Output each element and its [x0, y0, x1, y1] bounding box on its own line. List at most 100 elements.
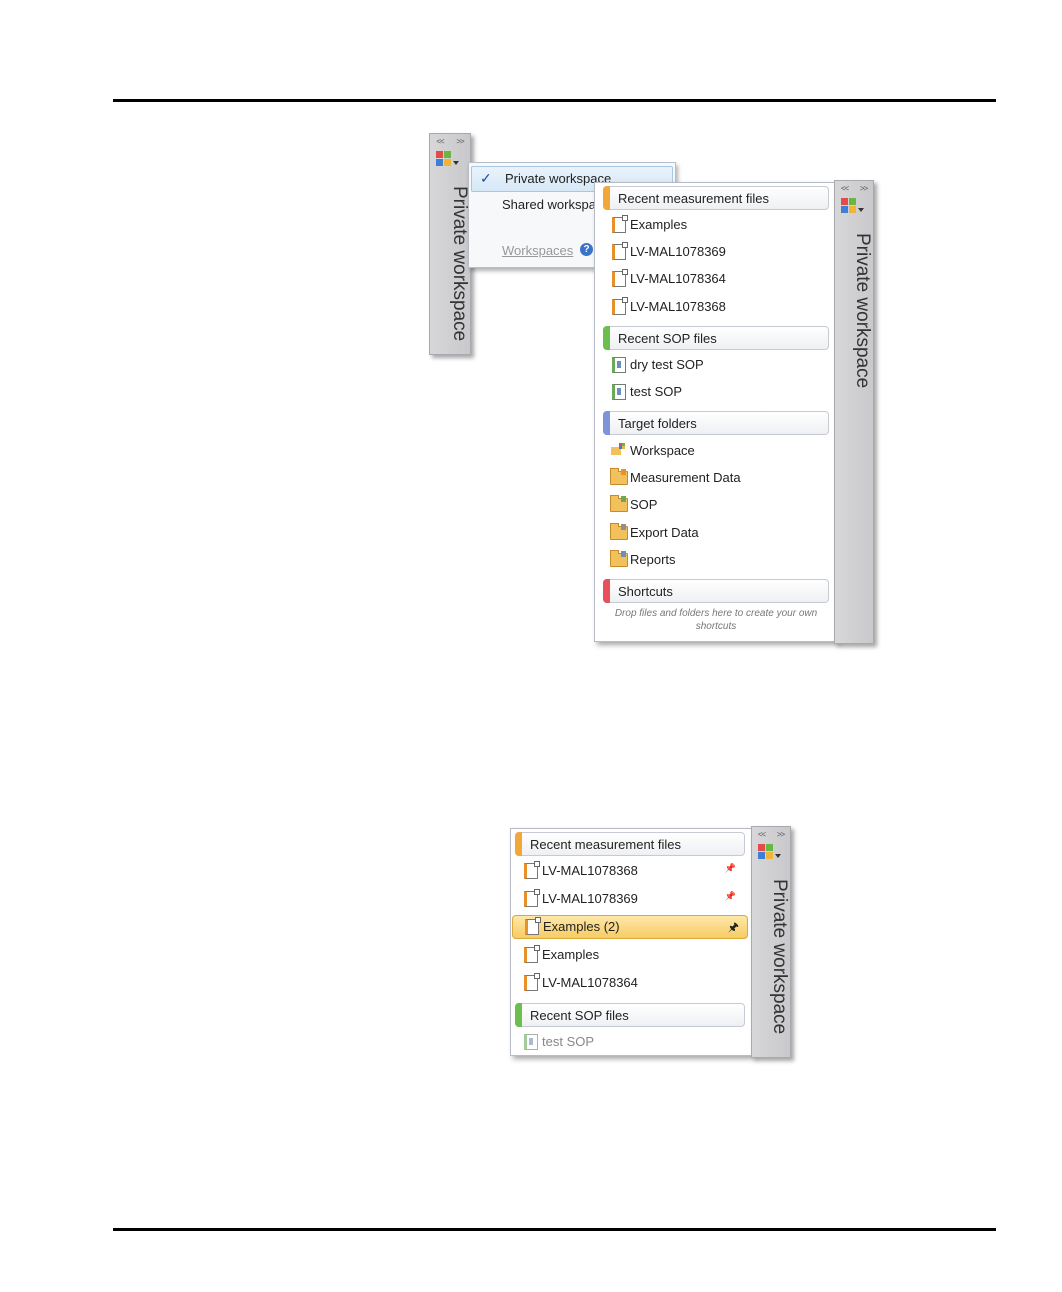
list-item[interactable]: Workspace [610, 440, 826, 462]
workspace-tab-title: Private workspace [769, 879, 790, 1035]
collapse-left-button[interactable]: << [436, 137, 444, 146]
workspace-tab-title: Private workspace [852, 233, 873, 389]
chevron-down-icon[interactable] [453, 161, 459, 165]
measurement-file-icon [524, 861, 540, 879]
chevron-down-icon[interactable] [775, 854, 781, 858]
list-item-label: Examples [630, 217, 688, 232]
list-item[interactable]: Export Data [610, 522, 826, 544]
section-recent-sop-files[interactable]: Recent SOP files [603, 326, 829, 350]
workspace-side-tab[interactable]: << >> Private workspace [751, 826, 791, 1058]
measurement-file-icon [612, 269, 628, 287]
section-title: Recent measurement files [618, 191, 770, 206]
list-item-label: LV-MAL1078369 [630, 244, 726, 259]
list-item-label: LV-MAL1078369 [542, 891, 638, 906]
pin-icon[interactable]: 📌 [725, 891, 736, 902]
section-title: Shortcuts [618, 584, 673, 599]
small-workspace-tab[interactable]: << >> Private workspace [429, 133, 471, 355]
workspace-grid-icon[interactable] [841, 198, 857, 214]
section-title: Recent SOP files [618, 331, 717, 346]
section-title: Target folders [618, 416, 697, 431]
section-recent-sop-files[interactable]: Recent SOP files [515, 1003, 745, 1027]
help-icon[interactable]: ? [580, 243, 593, 256]
list-item-label: dry test SOP [630, 357, 704, 372]
section-title: Recent measurement files [530, 837, 682, 852]
list-item[interactable]: Examples [610, 214, 826, 236]
section-accent [603, 186, 610, 210]
section-accent [603, 579, 610, 603]
list-item-label: LV-MAL1078364 [542, 975, 638, 990]
list-item[interactable]: test SOP [610, 381, 826, 403]
workspace-grid-icon[interactable] [436, 151, 452, 167]
section-accent [515, 832, 522, 856]
list-item[interactable]: SOP [610, 494, 826, 516]
folder-icon [610, 523, 628, 540]
shortcuts-drop-hint: Drop files and folders here to create yo… [605, 607, 827, 633]
expand-right-button[interactable]: >> [860, 184, 868, 193]
collapse-left-button[interactable]: << [758, 830, 766, 839]
list-item[interactable]: dry test SOP [610, 354, 826, 376]
collapse-left-button[interactable]: << [841, 184, 849, 193]
workspaces-link[interactable]: Workspaces [502, 243, 573, 258]
list-item[interactable]: LV-MAL1078368 [610, 296, 826, 318]
list-item[interactable]: LV-MAL1078369 📌 [522, 888, 744, 910]
sop-file-icon [524, 1034, 538, 1050]
list-item[interactable]: LV-MAL1078368 📌 [522, 860, 744, 882]
list-item-label: LV-MAL1078364 [630, 271, 726, 286]
measurement-file-icon [612, 215, 628, 233]
folder-icon [610, 550, 628, 567]
workspace-side-tab[interactable]: << >> Private workspace [834, 180, 874, 644]
list-item-label: SOP [630, 497, 658, 512]
tab-nav-arrows: << >> [430, 137, 470, 146]
list-item-label: Workspace [630, 443, 695, 458]
list-item-label: Examples (2) [543, 919, 620, 934]
list-item[interactable]: Examples [522, 944, 744, 966]
expand-right-button[interactable]: >> [456, 137, 464, 146]
list-item-label: Reports [630, 552, 676, 567]
chevron-down-icon[interactable] [858, 208, 864, 212]
section-target-folders[interactable]: Target folders [603, 411, 829, 435]
tab-nav-arrows: << >> [752, 830, 790, 839]
measurement-file-icon [525, 917, 541, 935]
section-accent [603, 411, 610, 435]
section-accent [515, 1003, 522, 1027]
pinned-icon[interactable]: 🖈 [728, 918, 739, 939]
hint-line: shortcuts [695, 621, 737, 632]
folder-icon [610, 468, 628, 485]
check-icon: ✓ [480, 170, 492, 186]
measurement-file-icon [612, 297, 628, 315]
list-item[interactable]: LV-MAL1078364 [522, 972, 744, 994]
list-item[interactable]: LV-MAL1078364 [610, 268, 826, 290]
sop-file-icon [612, 384, 626, 400]
section-recent-measurement-files[interactable]: Recent measurement files [603, 186, 829, 210]
tab-nav-arrows: << >> [835, 184, 873, 193]
workspace-grid-icon[interactable] [758, 844, 774, 860]
list-item-label: test SOP [542, 1034, 595, 1049]
list-item-highlighted[interactable]: Examples (2) 🖈 [512, 915, 748, 939]
workspace-icon [611, 443, 625, 457]
list-item[interactable]: test SOP [522, 1031, 744, 1053]
measurement-file-icon [612, 242, 628, 260]
workspace-tab-title: Private workspace [449, 186, 470, 342]
list-item-label: LV-MAL1078368 [630, 299, 726, 314]
list-item-label: LV-MAL1078368 [542, 863, 638, 878]
list-item-label: Examples [542, 947, 600, 962]
sop-file-icon [612, 357, 626, 373]
list-item-label: Export Data [630, 525, 699, 540]
pin-icon[interactable]: 📌 [725, 863, 736, 874]
measurement-file-icon [524, 973, 540, 991]
section-recent-measurement-files[interactable]: Recent measurement files [515, 832, 745, 856]
list-item[interactable]: Reports [610, 549, 826, 571]
top-rule [113, 99, 996, 102]
list-item-label: Measurement Data [630, 470, 741, 485]
section-accent [603, 326, 610, 350]
measurement-file-icon [524, 889, 540, 907]
list-item-label: test SOP [630, 384, 683, 399]
list-item[interactable]: LV-MAL1078369 [610, 241, 826, 263]
expand-right-button[interactable]: >> [777, 830, 785, 839]
measurement-file-icon [524, 945, 540, 963]
section-title: Recent SOP files [530, 1008, 629, 1023]
list-item[interactable]: Measurement Data [610, 467, 826, 489]
bottom-rule [113, 1228, 996, 1231]
section-shortcuts[interactable]: Shortcuts [603, 579, 829, 603]
folder-icon [610, 495, 628, 512]
